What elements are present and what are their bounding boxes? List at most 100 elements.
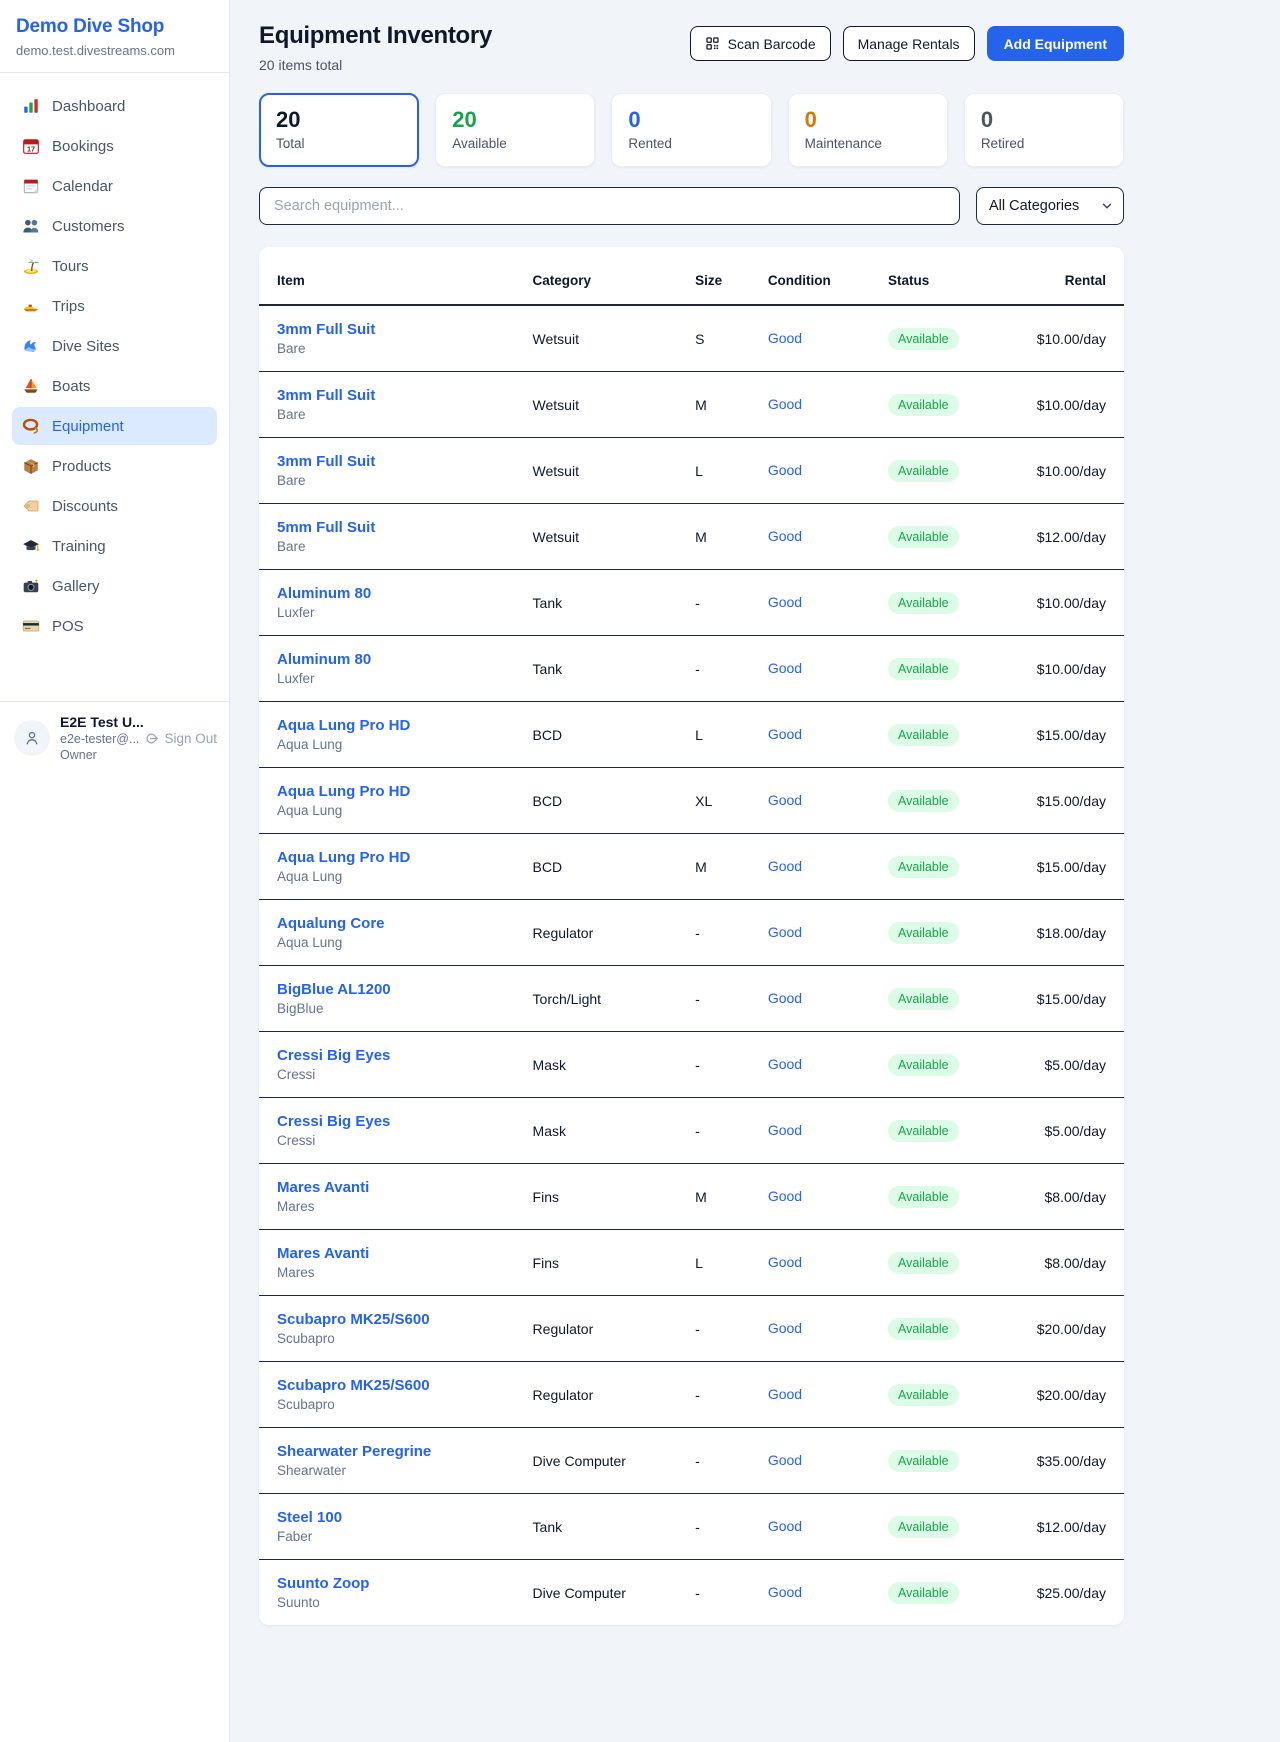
page-title: Equipment Inventory xyxy=(259,22,492,50)
condition-link[interactable]: Good xyxy=(768,1320,802,1336)
rental-cell: $12.00/day xyxy=(1012,1494,1124,1560)
condition-link[interactable]: Good xyxy=(768,1056,802,1072)
item-name-link[interactable]: Steel 100 xyxy=(277,1509,517,1526)
condition-cell: Good xyxy=(760,1560,880,1626)
table-row: Aqua Lung Pro HDAqua LungBCDLGoodAvailab… xyxy=(259,702,1124,768)
item-name-link[interactable]: BigBlue AL1200 xyxy=(277,981,517,998)
item-cell: Aluminum 80Luxfer xyxy=(259,636,525,702)
condition-cell: Good xyxy=(760,1428,880,1494)
category-select[interactable]: All Categories xyxy=(976,187,1124,225)
category-cell: Dive Computer xyxy=(525,1560,688,1626)
add-equipment-button[interactable]: Add Equipment xyxy=(987,26,1124,61)
sailboat-icon xyxy=(22,377,40,395)
item-name-link[interactable]: Suunto Zoop xyxy=(277,1575,517,1592)
stat-card-total[interactable]: 20Total xyxy=(259,93,419,167)
stat-card-rented[interactable]: 0Rented xyxy=(611,93,771,167)
sidebar-item-dashboard[interactable]: Dashboard xyxy=(12,87,217,125)
scan-barcode-button[interactable]: Scan Barcode xyxy=(690,26,831,61)
item-name-link[interactable]: Cressi Big Eyes xyxy=(277,1113,517,1130)
item-name-link[interactable]: Aqua Lung Pro HD xyxy=(277,849,517,866)
condition-link[interactable]: Good xyxy=(768,726,802,742)
wave-icon xyxy=(22,337,40,355)
brand-domain: demo.test.divestreams.com xyxy=(16,43,213,58)
item-brand: Aqua Lung xyxy=(277,737,517,752)
sidebar-item-customers[interactable]: Customers xyxy=(12,207,217,245)
sidebar-item-trips[interactable]: Trips xyxy=(12,287,217,325)
condition-link[interactable]: Good xyxy=(768,1188,802,1204)
item-cell: Aqua Lung Pro HDAqua Lung xyxy=(259,834,525,900)
brand-title[interactable]: Demo Dive Shop xyxy=(16,16,213,38)
status-cell: Available xyxy=(880,1230,1011,1296)
item-name-link[interactable]: Scubapro MK25/S600 xyxy=(277,1377,517,1394)
condition-link[interactable]: Good xyxy=(768,1386,802,1402)
sidebar-item-discounts[interactable]: Discounts xyxy=(12,487,217,525)
table-row: Mares AvantiMaresFinsMGoodAvailable$8.00… xyxy=(259,1164,1124,1230)
condition-cell: Good xyxy=(760,702,880,768)
item-name-link[interactable]: Aqua Lung Pro HD xyxy=(277,717,517,734)
status-cell: Available xyxy=(880,1494,1011,1560)
condition-link[interactable]: Good xyxy=(768,1254,802,1270)
sidebar-item-dive-sites[interactable]: Dive Sites xyxy=(12,327,217,365)
item-name-link[interactable]: Aluminum 80 xyxy=(277,585,517,602)
search-input[interactable] xyxy=(259,187,960,225)
item-name-link[interactable]: Aluminum 80 xyxy=(277,651,517,668)
condition-cell: Good xyxy=(760,570,880,636)
status-badge: Available xyxy=(888,460,959,482)
rental-cell: $20.00/day xyxy=(1012,1362,1124,1428)
status-cell: Available xyxy=(880,702,1011,768)
condition-link[interactable]: Good xyxy=(768,1584,802,1600)
item-name-link[interactable]: 3mm Full Suit xyxy=(277,387,517,404)
stat-card-retired[interactable]: 0Retired xyxy=(964,93,1124,167)
item-name-link[interactable]: Cressi Big Eyes xyxy=(277,1047,517,1064)
condition-link[interactable]: Good xyxy=(768,462,802,478)
diving-mask-icon xyxy=(22,417,40,435)
item-name-link[interactable]: Aqua Lung Pro HD xyxy=(277,783,517,800)
sidebar-item-tours[interactable]: Tours xyxy=(12,247,217,285)
item-name-link[interactable]: Mares Avanti xyxy=(277,1245,517,1262)
status-cell: Available xyxy=(880,1428,1011,1494)
category-select-value: All Categories xyxy=(989,198,1079,214)
sign-out-button[interactable]: Sign Out xyxy=(144,731,217,746)
item-name-link[interactable]: Shearwater Peregrine xyxy=(277,1443,517,1460)
sidebar-item-products[interactable]: Products xyxy=(12,447,217,485)
condition-link[interactable]: Good xyxy=(768,330,802,346)
sidebar-item-equipment[interactable]: Equipment xyxy=(12,407,217,445)
item-name-link[interactable]: 3mm Full Suit xyxy=(277,453,517,470)
item-name-link[interactable]: 5mm Full Suit xyxy=(277,519,517,536)
condition-link[interactable]: Good xyxy=(768,858,802,874)
rental-cell: $8.00/day xyxy=(1012,1230,1124,1296)
sidebar-item-training[interactable]: Training xyxy=(12,527,217,565)
table-row: Cressi Big EyesCressiMask-GoodAvailable$… xyxy=(259,1032,1124,1098)
item-name-link[interactable]: 3mm Full Suit xyxy=(277,321,517,338)
item-name-link[interactable]: Mares Avanti xyxy=(277,1179,517,1196)
sidebar-item-pos[interactable]: POS xyxy=(12,607,217,645)
condition-link[interactable]: Good xyxy=(768,1122,802,1138)
sidebar-item-bookings[interactable]: 17Bookings xyxy=(12,127,217,165)
condition-link[interactable]: Good xyxy=(768,396,802,412)
condition-link[interactable]: Good xyxy=(768,792,802,808)
manage-rentals-button[interactable]: Manage Rentals xyxy=(843,26,975,61)
item-name-link[interactable]: Aqualung Core xyxy=(277,915,517,932)
stat-value: 0 xyxy=(805,107,931,133)
sidebar-item-gallery[interactable]: Gallery xyxy=(12,567,217,605)
condition-link[interactable]: Good xyxy=(768,924,802,940)
sidebar-item-boats[interactable]: Boats xyxy=(12,367,217,405)
sidebar-item-label: Equipment xyxy=(52,418,124,435)
avatar xyxy=(14,720,50,756)
status-cell: Available xyxy=(880,305,1011,372)
item-name-link[interactable]: Scubapro MK25/S600 xyxy=(277,1311,517,1328)
sidebar-item-calendar[interactable]: Calendar xyxy=(12,167,217,205)
condition-link[interactable]: Good xyxy=(768,1452,802,1468)
table-body: 3mm Full SuitBareWetsuitSGoodAvailable$1… xyxy=(259,305,1124,1625)
item-brand: Aqua Lung xyxy=(277,803,517,818)
condition-link[interactable]: Good xyxy=(768,528,802,544)
condition-link[interactable]: Good xyxy=(768,1518,802,1534)
stat-card-available[interactable]: 20Available xyxy=(435,93,595,167)
condition-link[interactable]: Good xyxy=(768,660,802,676)
condition-link[interactable]: Good xyxy=(768,990,802,1006)
condition-link[interactable]: Good xyxy=(768,594,802,610)
table-row: Cressi Big EyesCressiMask-GoodAvailable$… xyxy=(259,1098,1124,1164)
user-email: e2e-tester@... xyxy=(60,732,134,746)
status-badge: Available xyxy=(888,1384,959,1406)
stat-card-maintenance[interactable]: 0Maintenance xyxy=(788,93,948,167)
